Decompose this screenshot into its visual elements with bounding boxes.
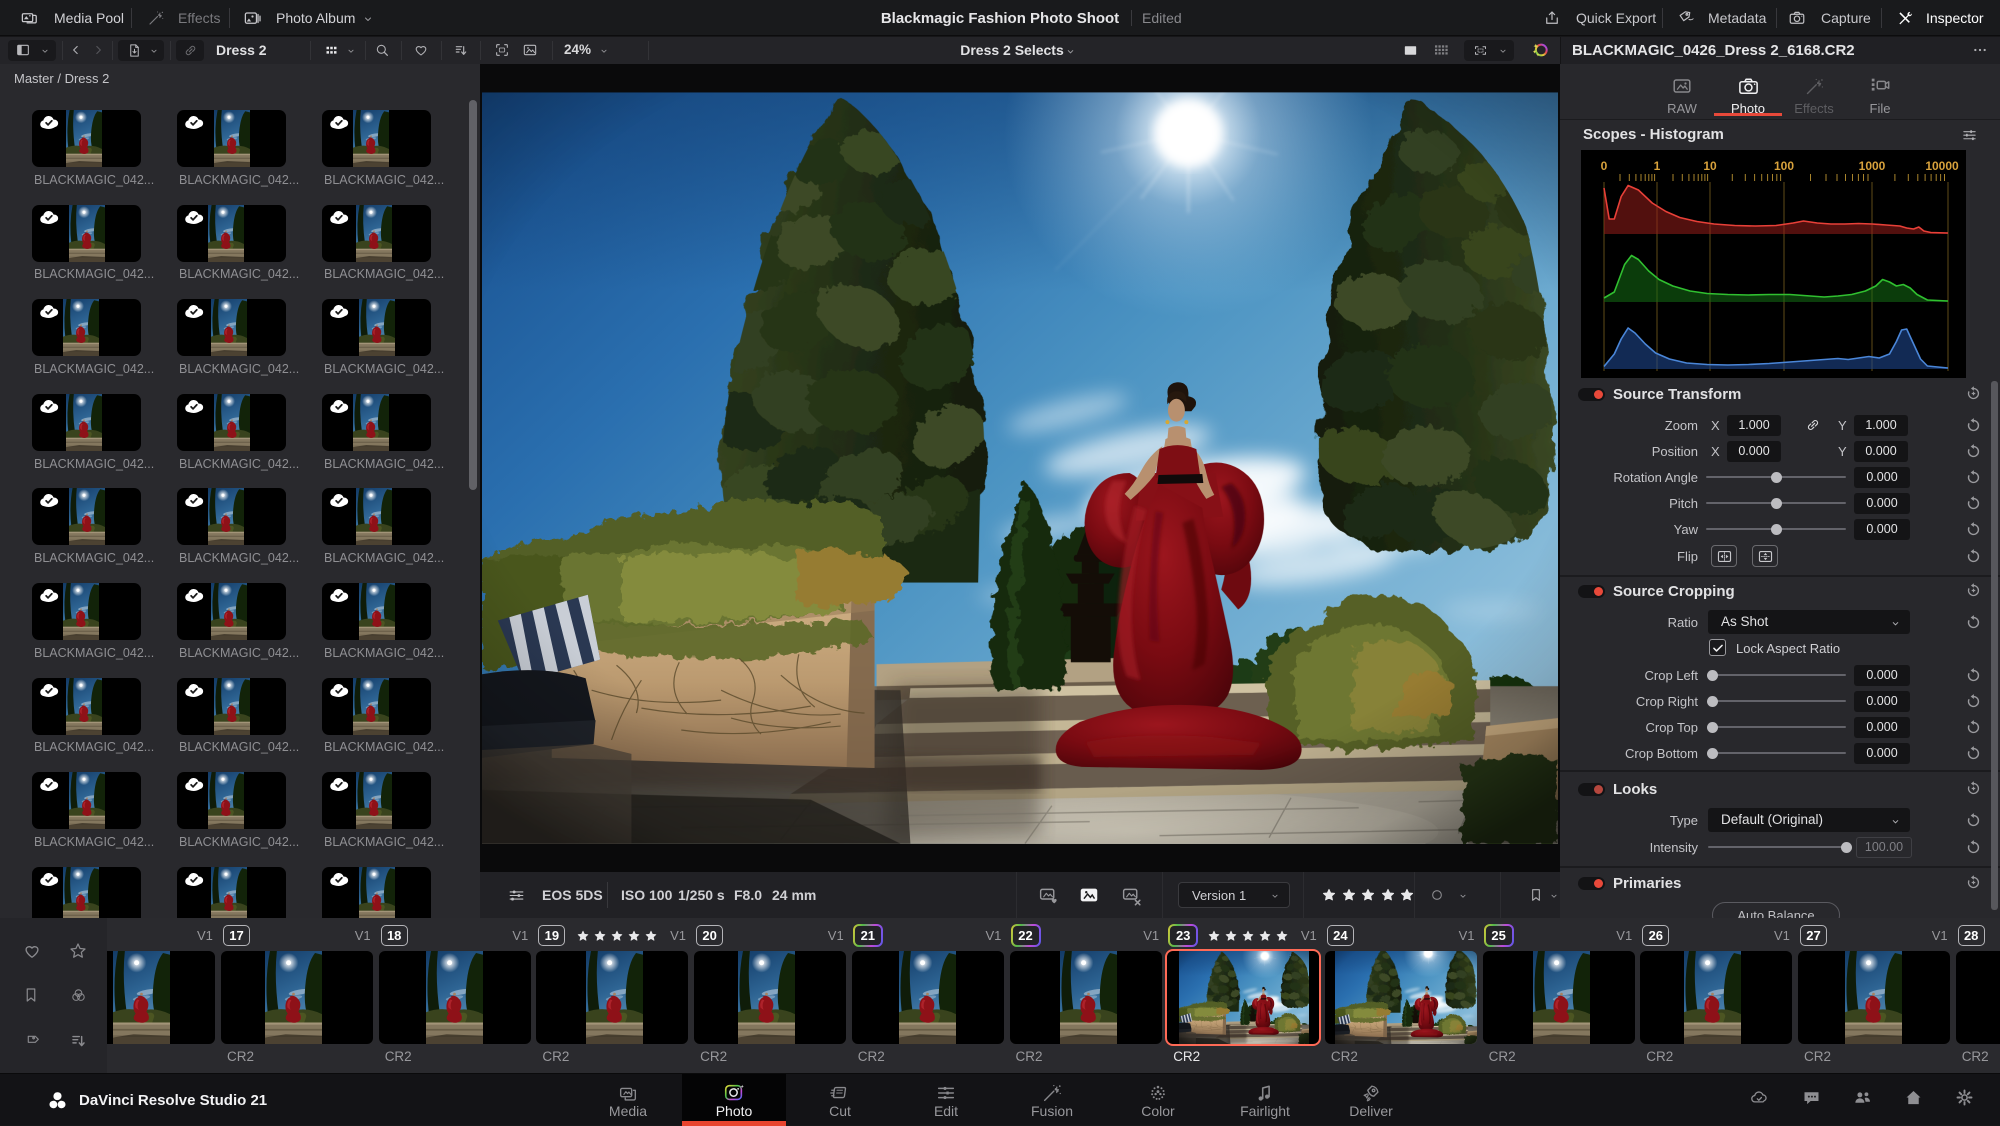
svg-text:10000: 10000 [1925, 159, 1959, 173]
svg-text:100: 100 [1774, 159, 1794, 173]
svg-text:0: 0 [1601, 159, 1608, 173]
svg-text:1000: 1000 [1859, 159, 1886, 173]
svg-text:10: 10 [1703, 159, 1717, 173]
svg-text:1: 1 [1654, 159, 1661, 173]
